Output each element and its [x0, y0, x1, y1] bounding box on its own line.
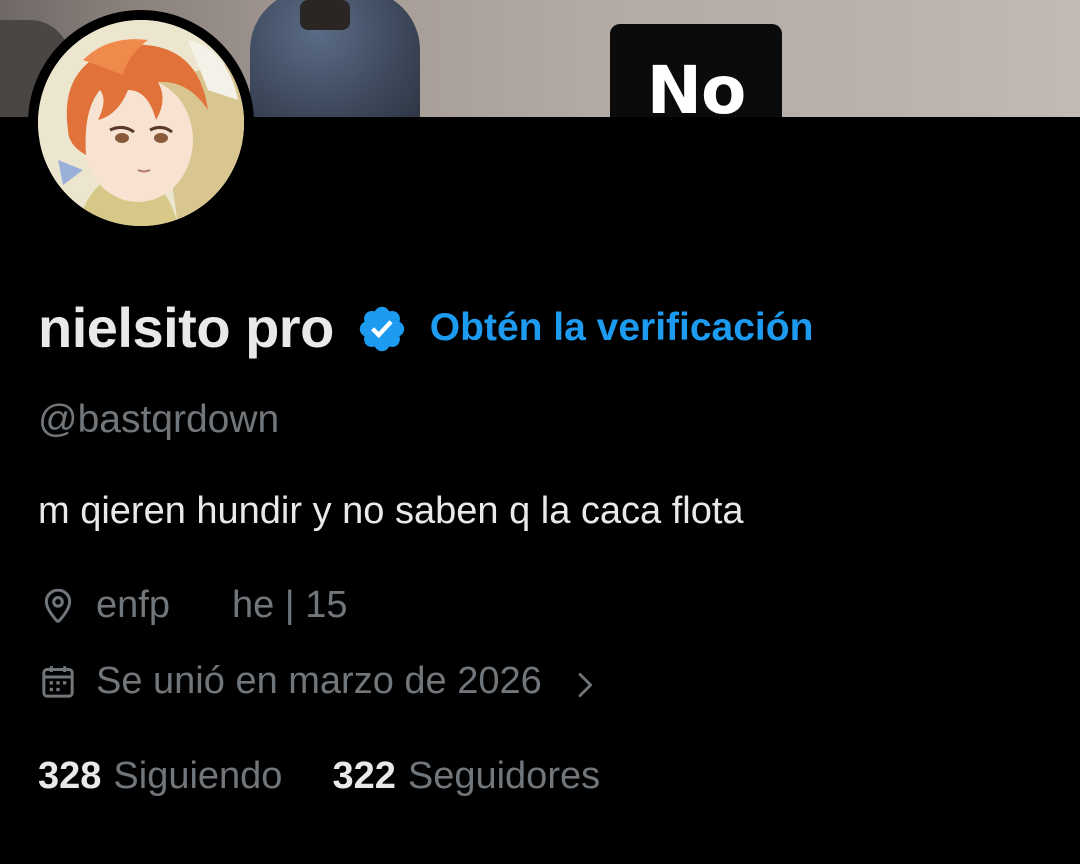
following-count: 328	[38, 755, 102, 797]
profile-meta-row: enfp he | 15	[38, 584, 348, 627]
following-link[interactable]: 328 Siguiendo	[38, 755, 282, 798]
profile-bio: m qieren hundir y no saben q la caca flo…	[38, 490, 744, 532]
chevron-right-icon[interactable]	[570, 667, 600, 697]
profile-location: enfp	[96, 584, 170, 626]
joined-date: Se unió en marzo de 2026	[96, 660, 542, 702]
banner-sign-text: No	[646, 52, 747, 118]
avatar-image	[38, 20, 244, 226]
banner-watch	[300, 0, 350, 30]
calendar-icon	[38, 662, 78, 702]
followers-count: 322	[332, 755, 396, 797]
followers-link[interactable]: 322 Seguidores	[332, 755, 600, 798]
verified-badge-icon[interactable]	[356, 303, 408, 355]
profile-pronouns: he | 15	[231, 584, 348, 626]
banner-sign: No	[610, 24, 782, 117]
get-verified-link[interactable]: Obtén la verificación	[430, 306, 814, 350]
following-label: Siguiendo	[113, 755, 283, 797]
follow-stats: 328 Siguiendo 322 Seguidores	[38, 755, 600, 798]
avatar[interactable]	[28, 10, 254, 236]
followers-label: Seguidores	[407, 755, 601, 797]
joined-date-row[interactable]: Se unió en marzo de 2026	[38, 660, 600, 703]
display-name: nielsito pro	[38, 295, 334, 359]
username-handle: @bastqrdown	[38, 398, 280, 441]
name-row: nielsito pro Obtén la verificación	[38, 292, 813, 362]
location-pin-icon	[38, 586, 78, 626]
